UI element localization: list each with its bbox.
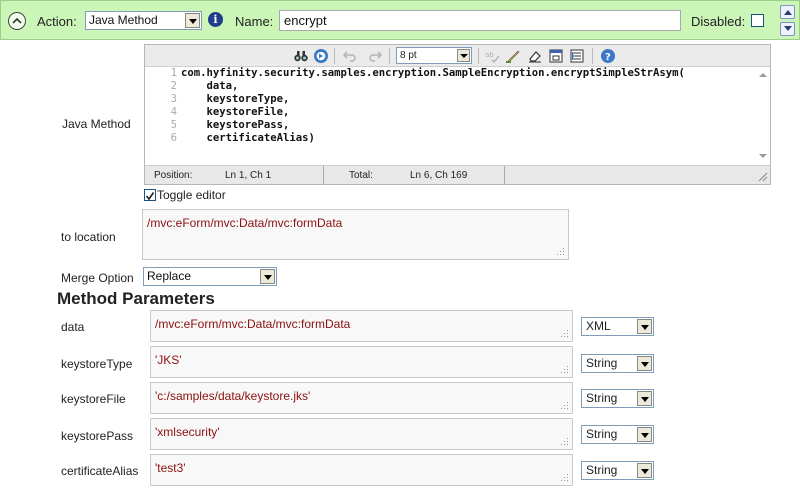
- action-select[interactable]: Java Method: [85, 11, 202, 30]
- undo-icon[interactable]: [342, 48, 358, 64]
- line-numbers-icon[interactable]: [569, 48, 585, 64]
- editor-toolbar: 8 pt ab ?: [145, 45, 770, 67]
- param-value-text: 'JKS': [155, 353, 182, 367]
- code-editor: 8 pt ab ? 1 com.hyfinity.security.samples…: [144, 44, 771, 185]
- action-label: Action:: [37, 14, 77, 29]
- fullscreen-icon[interactable]: [548, 48, 564, 64]
- redo-icon[interactable]: [367, 48, 383, 64]
- param-value-text: /mvc:eForm/mvc:Data/mvc:formData: [155, 317, 351, 331]
- param-value-text: 'test3': [155, 461, 186, 475]
- collapse-icon[interactable]: [8, 12, 26, 30]
- position-label: Position:: [154, 170, 193, 181]
- move-up-icon[interactable]: [780, 5, 795, 19]
- code-line: 4 keystoreFile,: [170, 106, 290, 118]
- find-icon[interactable]: [293, 48, 309, 64]
- resize-grip-icon[interactable]: [559, 328, 569, 338]
- param-type-select-certificatealias[interactable]: String: [581, 461, 654, 480]
- resize-grip-icon[interactable]: [559, 364, 569, 374]
- code-line: 3 keystoreType,: [170, 93, 290, 105]
- param-label-data: data: [61, 320, 85, 334]
- param-label-keystorepass: keystorePass: [61, 429, 134, 443]
- merge-option-label: Merge Option: [61, 271, 134, 285]
- editor-statusbar: Position: Ln 1, Ch 1 Total: Ln 6, Ch 169: [145, 165, 770, 185]
- toggle-editor-checkbox[interactable]: [144, 189, 156, 201]
- chevron-down-icon[interactable]: [637, 427, 652, 442]
- param-label-keystoretype: keystoreType: [61, 357, 133, 371]
- code-line: 1 com.hyfinity.security.samples.encryptio…: [170, 67, 685, 79]
- eraser-icon[interactable]: [527, 48, 543, 64]
- spellcheck-icon[interactable]: ab: [484, 48, 500, 64]
- disabled-label: Disabled:: [691, 14, 746, 29]
- param-label-keystorefile: keystoreFile: [61, 392, 126, 406]
- param-value-certificatealias[interactable]: 'test3': [150, 454, 573, 486]
- param-type-value: XML: [586, 319, 611, 333]
- resize-grip-icon[interactable]: [555, 246, 565, 256]
- param-type-value: String: [586, 427, 618, 441]
- move-down-icon[interactable]: [780, 22, 795, 36]
- action-header: Action: Java Method i Name: encrypt Disa…: [0, 0, 800, 40]
- param-value-data[interactable]: /mvc:eForm/mvc:Data/mvc:formData: [150, 310, 573, 342]
- disabled-checkbox[interactable]: [751, 14, 764, 27]
- chevron-down-icon[interactable]: [637, 463, 652, 478]
- to-location-value: /mvc:eForm/mvc:Data/mvc:formData: [147, 216, 343, 230]
- scroll-up-icon[interactable]: [759, 73, 767, 77]
- resize-grip-icon[interactable]: [559, 436, 569, 446]
- merge-option-value: Replace: [147, 269, 192, 283]
- param-type-select-data[interactable]: XML: [581, 317, 654, 336]
- param-value-keystoretype[interactable]: 'JKS': [150, 346, 573, 378]
- svg-text:ab: ab: [485, 51, 494, 59]
- code-line: 6 certificateAlias): [170, 132, 315, 144]
- java-method-label: Java Method: [62, 117, 131, 131]
- editor-scrollbar[interactable]: [756, 67, 770, 165]
- total-label: Total:: [349, 170, 373, 181]
- chevron-down-icon[interactable]: [457, 49, 470, 62]
- resize-grip-icon[interactable]: [758, 172, 768, 182]
- font-size-select[interactable]: 8 pt: [396, 47, 472, 64]
- resize-grip-icon[interactable]: [559, 472, 569, 482]
- toggle-editor-label: Toggle editor: [157, 188, 226, 202]
- merge-option-select[interactable]: Replace: [143, 267, 277, 286]
- param-type-select-keystoretype[interactable]: String: [581, 354, 654, 373]
- info-icon[interactable]: i: [208, 12, 223, 27]
- param-type-value: String: [586, 463, 618, 477]
- chevron-down-icon[interactable]: [185, 13, 200, 28]
- svg-text:?: ?: [605, 52, 611, 63]
- param-type-value: String: [586, 391, 618, 405]
- position-value: Ln 1, Ch 1: [225, 170, 272, 181]
- to-location-label: to location: [61, 230, 116, 244]
- highlight-icon[interactable]: [505, 48, 521, 64]
- chevron-down-icon[interactable]: [260, 269, 275, 284]
- name-label: Name:: [235, 14, 274, 29]
- param-value-text: 'c:/samples/data/keystore.jks': [155, 389, 311, 403]
- param-label-certificatealias: certificateAlias: [61, 464, 139, 478]
- chevron-down-icon[interactable]: [637, 356, 652, 371]
- code-line: 2 data,: [170, 80, 239, 92]
- resize-grip-icon[interactable]: [559, 400, 569, 410]
- param-type-select-keystorepass[interactable]: String: [581, 425, 654, 444]
- param-value-keystorepass[interactable]: 'xmlsecurity': [150, 418, 573, 450]
- chevron-down-icon[interactable]: [637, 391, 652, 406]
- param-value-keystorefile[interactable]: 'c:/samples/data/keystore.jks': [150, 382, 573, 414]
- to-location-field[interactable]: /mvc:eForm/mvc:Data/mvc:formData: [142, 209, 569, 260]
- code-line: 5 keystorePass,: [170, 119, 290, 131]
- code-area[interactable]: 1 com.hyfinity.security.samples.encryptio…: [145, 67, 756, 165]
- method-parameters-title: Method Parameters: [57, 289, 215, 308]
- param-type-select-keystorefile[interactable]: String: [581, 389, 654, 408]
- font-size-value: 8 pt: [400, 50, 417, 61]
- help-icon[interactable]: ?: [600, 48, 616, 64]
- scroll-down-icon[interactable]: [759, 154, 767, 158]
- name-input[interactable]: encrypt: [279, 10, 681, 31]
- param-value-text: 'xmlsecurity': [155, 425, 220, 439]
- total-value: Ln 6, Ch 169: [410, 170, 468, 181]
- action-select-value: Java Method: [89, 13, 158, 27]
- chevron-down-icon[interactable]: [637, 319, 652, 334]
- param-type-value: String: [586, 356, 618, 370]
- goto-icon[interactable]: [313, 48, 329, 64]
